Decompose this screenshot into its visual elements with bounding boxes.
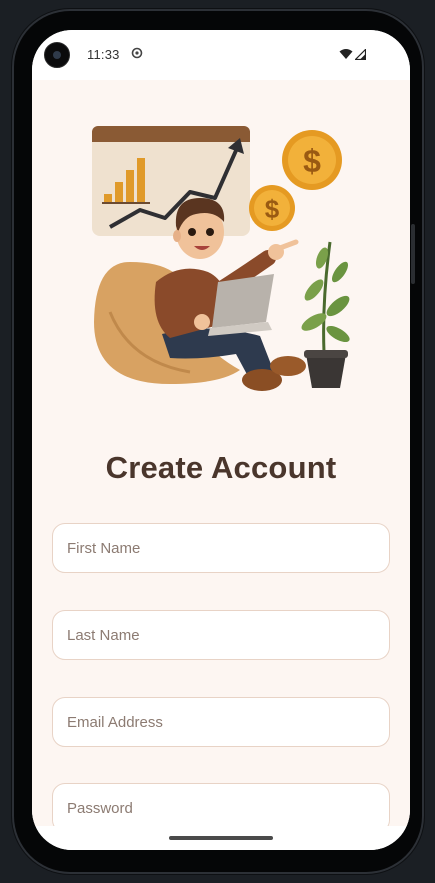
first-name-field[interactable] <box>52 523 390 573</box>
side-button <box>411 224 415 284</box>
last-name-input[interactable] <box>53 611 389 659</box>
coin-icon: $ <box>282 130 342 190</box>
status-bar: 11:33 <box>32 30 410 80</box>
last-name-field[interactable] <box>52 610 390 660</box>
first-name-input[interactable] <box>53 524 389 572</box>
hero-illustration: $ $ <box>92 126 350 391</box>
coin-symbol: $ <box>303 143 321 179</box>
email-input[interactable] <box>53 698 389 746</box>
gesture-nav-bar <box>32 826 410 850</box>
plant-icon <box>301 241 350 388</box>
wifi-icon <box>339 49 353 59</box>
sync-icon <box>131 47 143 59</box>
home-indicator[interactable] <box>169 836 273 840</box>
status-time: 11:33 <box>87 47 120 62</box>
signup-screen: $ $ Create Account First Name Last Name … <box>32 80 410 826</box>
chart-board <box>92 126 250 236</box>
coin-symbol: $ <box>265 194 280 224</box>
signal-icon <box>355 49 366 60</box>
coin-icon: $ <box>249 185 295 231</box>
page-title: Create Account <box>105 450 337 485</box>
password-input[interactable] <box>53 784 389 826</box>
password-field[interactable] <box>52 783 390 826</box>
screen: 11:33 $ $ Create Account First Name Last… <box>32 30 410 850</box>
email-field[interactable] <box>52 697 390 747</box>
front-camera <box>44 42 70 68</box>
